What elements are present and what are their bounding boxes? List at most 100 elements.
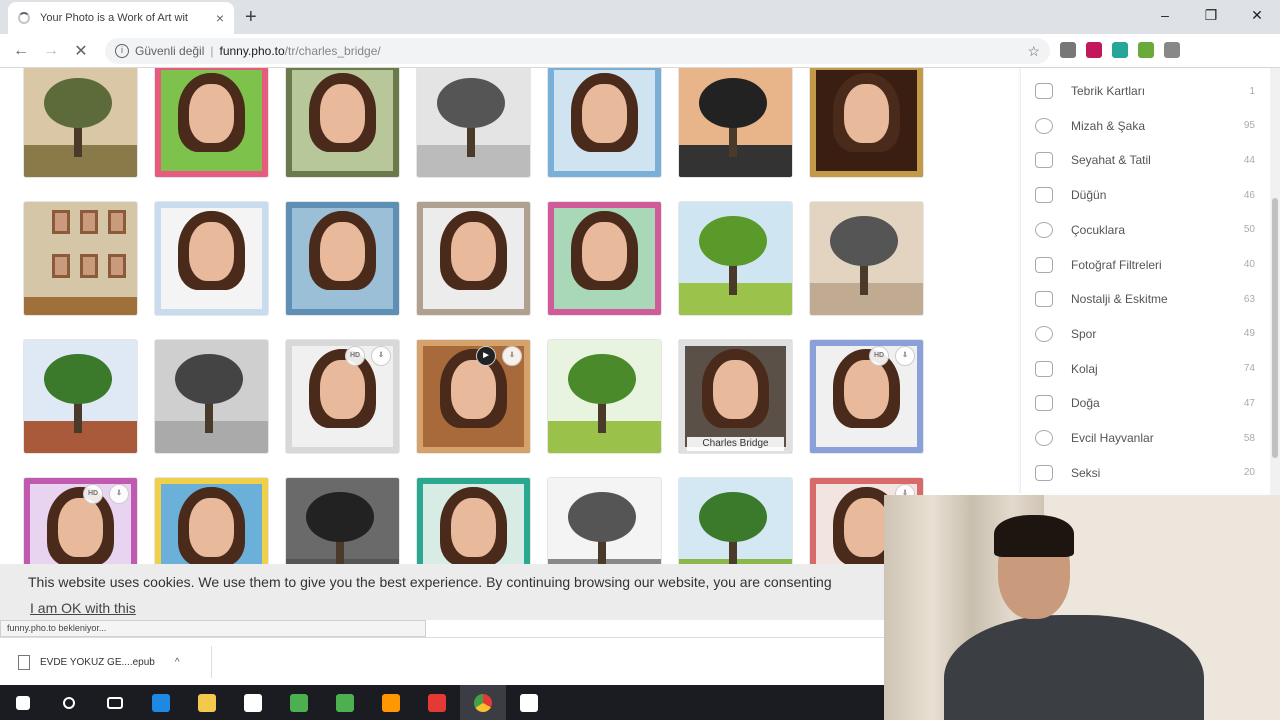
sidebar-category-item[interactable]: Kolaj 74 xyxy=(1035,352,1255,386)
effect-thumbnail[interactable] xyxy=(286,202,399,315)
effect-thumbnail[interactable] xyxy=(548,202,661,315)
close-window-button[interactable]: ✕ xyxy=(1234,0,1280,30)
task-view-icon[interactable] xyxy=(92,685,138,720)
maximize-button[interactable]: ❐ xyxy=(1188,0,1234,30)
webcam-overlay xyxy=(884,495,1280,720)
tab-strip: Your Photo is a Work of Art wit × + – ❐ … xyxy=(0,0,1280,34)
sidebar-category-item[interactable]: Mizah & Şaka 95 xyxy=(1035,109,1255,143)
sidebar-category-item[interactable]: Tebrik Kartları 1 xyxy=(1035,74,1255,108)
effect-thumbnail[interactable] xyxy=(548,68,661,177)
sidebar-category-item[interactable]: Çocuklara 50 xyxy=(1035,213,1255,247)
extension-icon[interactable] xyxy=(1086,42,1102,58)
category-count: 50 xyxy=(1243,224,1255,236)
app-icon[interactable] xyxy=(276,685,322,720)
app-icon[interactable] xyxy=(506,685,552,720)
sidebar-category-item[interactable]: Doğa 47 xyxy=(1035,386,1255,420)
portrait-face-shape xyxy=(188,84,235,144)
extension-icon[interactable] xyxy=(1138,42,1154,58)
store-icon[interactable] xyxy=(230,685,276,720)
taskbar-glyph xyxy=(16,695,30,710)
tab-close-icon[interactable]: × xyxy=(216,10,224,26)
category-count: 47 xyxy=(1243,397,1255,409)
effect-thumbnail[interactable]: ⇩ HD xyxy=(286,340,399,453)
file-explorer-icon[interactable] xyxy=(184,685,230,720)
extension-icon[interactable] xyxy=(1164,42,1180,58)
download-filename: EVDE YOKUZ GE....epub xyxy=(40,656,155,668)
effect-thumbnail[interactable] xyxy=(286,68,399,177)
vlc-icon[interactable] xyxy=(368,685,414,720)
download-badge-icon[interactable]: ⇩ xyxy=(502,346,522,366)
status-bubble: funny.pho.to bekleniyor... xyxy=(0,620,426,637)
effect-thumbnail[interactable] xyxy=(679,202,792,315)
download-badge-icon[interactable]: ⇩ xyxy=(895,346,915,366)
sidebar-category-item[interactable]: Düğün 46 xyxy=(1035,178,1255,212)
effect-thumbnail[interactable] xyxy=(24,340,137,453)
category-icon xyxy=(1035,360,1053,377)
sidebar-category-item[interactable]: Spor 49 xyxy=(1035,317,1255,351)
effect-thumbnail[interactable] xyxy=(679,68,792,177)
category-icon xyxy=(1035,83,1053,99)
portrait-face-shape xyxy=(319,84,366,144)
effect-thumbnail[interactable] xyxy=(548,340,661,453)
loading-spinner-icon xyxy=(18,12,30,24)
cookie-accept-link[interactable]: I am OK with this xyxy=(30,600,136,616)
start-button[interactable] xyxy=(0,685,46,720)
edge-icon[interactable] xyxy=(138,685,184,720)
category-label: Seksi xyxy=(1071,465,1101,480)
effect-thumbnail[interactable] xyxy=(417,202,530,315)
effect-thumbnail[interactable] xyxy=(417,68,530,177)
scrollbar-thumb[interactable] xyxy=(1272,198,1278,458)
effects-grid: ⇩ HD ⇩ ▶ Charles Bridge ⇩ HD ⇩ HD ⇩ xyxy=(24,68,923,591)
tree-crown-shape xyxy=(699,215,768,267)
new-tab-button[interactable]: + xyxy=(245,6,257,29)
effect-thumbnail[interactable] xyxy=(810,202,923,315)
app-icon[interactable] xyxy=(322,685,368,720)
extension-icon[interactable] xyxy=(1112,42,1128,58)
forward-arrow-icon[interactable]: → xyxy=(36,42,66,60)
portrait-face-shape xyxy=(450,498,497,558)
info-icon[interactable]: i xyxy=(115,44,129,58)
extension-icons xyxy=(1060,42,1180,58)
back-arrow-icon[interactable]: ← xyxy=(6,42,36,60)
sidebar-category-item[interactable]: Seyahat & Tatil 44 xyxy=(1035,143,1255,177)
tree-crown-shape xyxy=(44,353,113,405)
app-icon[interactable] xyxy=(414,685,460,720)
effect-thumbnail[interactable]: Charles Bridge xyxy=(679,340,792,453)
category-label: Seyahat & Tatil xyxy=(1071,153,1151,168)
effect-thumbnail[interactable] xyxy=(24,68,137,177)
category-icon xyxy=(1035,325,1053,342)
wall-frame-shape xyxy=(52,210,70,234)
floor-shape xyxy=(24,296,137,315)
download-badge-icon[interactable]: ⇩ xyxy=(371,346,391,366)
bookmark-star-icon[interactable]: ☆ xyxy=(1027,43,1040,60)
browser-toolbar: ← → ✕ i Güvenli değil | funny.pho.to /tr… xyxy=(0,34,1280,68)
sidebar-category-item[interactable]: Fotoğraf Filtreleri 40 xyxy=(1035,248,1255,282)
effect-thumbnail[interactable] xyxy=(155,202,268,315)
window-controls: – ❐ ✕ xyxy=(1142,0,1280,30)
stop-loading-icon[interactable]: ✕ xyxy=(66,41,96,61)
sidebar-category-item[interactable]: Nostalji & Eskitme 63 xyxy=(1035,282,1255,316)
effect-thumbnail[interactable]: ⇩ HD xyxy=(810,340,923,453)
category-label: Kolaj xyxy=(1071,361,1098,376)
effect-thumbnail[interactable] xyxy=(24,202,137,315)
download-badge-icon[interactable]: ⇩ xyxy=(109,484,129,504)
category-count: 49 xyxy=(1243,328,1255,340)
browser-tab[interactable]: Your Photo is a Work of Art wit × xyxy=(8,2,234,34)
minimize-button[interactable]: – xyxy=(1142,0,1188,30)
category-count: 95 xyxy=(1243,120,1255,132)
effect-thumbnail[interactable] xyxy=(155,340,268,453)
effect-thumbnail[interactable] xyxy=(155,68,268,177)
download-item[interactable]: EVDE YOKUZ GE....epub ^ xyxy=(12,646,212,678)
address-bar[interactable]: i Güvenli değil | funny.pho.to /tr/charl… xyxy=(105,38,1050,64)
extension-icon[interactable] xyxy=(1060,42,1076,58)
chrome-icon[interactable] xyxy=(460,685,506,720)
sidebar-category-item[interactable]: Evcil Hayvanlar 58 xyxy=(1035,421,1255,455)
taskbar-glyph xyxy=(107,696,123,709)
category-count: 1 xyxy=(1249,85,1255,97)
sidebar-category-item[interactable]: Seksi 20 xyxy=(1035,456,1255,490)
search-icon[interactable] xyxy=(46,685,92,720)
tree-crown-shape xyxy=(568,353,637,405)
effect-thumbnail[interactable] xyxy=(810,68,923,177)
chevron-up-icon[interactable]: ^ xyxy=(175,657,180,668)
effect-thumbnail[interactable]: ⇩ ▶ xyxy=(417,340,530,453)
